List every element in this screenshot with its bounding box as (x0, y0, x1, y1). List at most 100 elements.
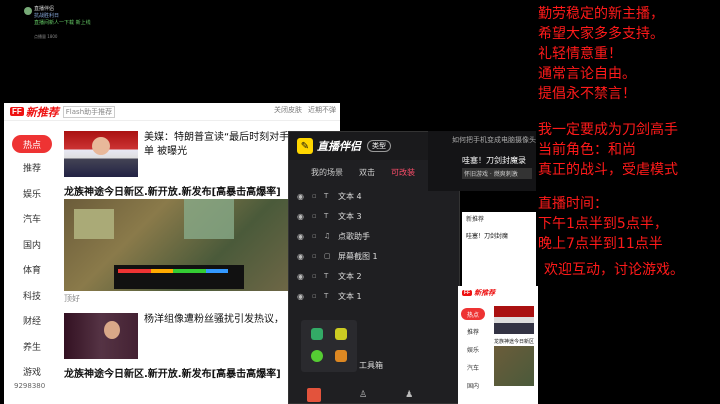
sidebar-item-auto[interactable]: 汽车 (4, 206, 60, 232)
overlay-line: 提倡永不禁言！ (538, 86, 636, 102)
overlay-line: 晚上7点半到11点半 (538, 236, 663, 252)
flash-tag: Flash助手推荐 (62, 105, 116, 118)
overlay-line: 直播时间： (538, 196, 608, 212)
sidebar-item-auto[interactable]: 汽车 (458, 358, 488, 376)
news2-game-image[interactable] (494, 346, 534, 386)
news-title: 新推荐 (25, 105, 59, 119)
mini-line2: 抗战胜利日 (34, 13, 60, 19)
eye-icon[interactable]: ◉ (297, 252, 307, 261)
text-source-icon: T (324, 292, 329, 300)
ff-logo: FF (10, 107, 24, 116)
live-icon[interactable] (307, 388, 321, 402)
news2-title: 新推荐 (474, 289, 496, 297)
stream-category[interactable]: 怀旧游戏 · 燃爽刺激 (462, 168, 532, 179)
sidebar-item-domestic[interactable]: 国内 (458, 376, 488, 394)
tab-double-click[interactable]: 双击 (359, 167, 375, 178)
visitor-counter: 9298380 (14, 382, 46, 390)
row2-thumbnail[interactable] (64, 313, 138, 359)
source-label: 文本 3 (338, 211, 362, 221)
text-source-icon: T (324, 212, 329, 220)
ff-logo-small: FF (462, 290, 473, 296)
mini-app-icon (24, 7, 32, 15)
sidebar-item-hot[interactable]: 热点 (12, 135, 52, 153)
close-skin-link[interactable]: 关闭皮肤 (274, 105, 302, 115)
news-sidebar: 热点 推荐 娱乐 汽车 国内 体育 科技 财经 养生 游戏 (4, 133, 60, 385)
source-label: 文本 2 (338, 271, 362, 281)
eye-icon[interactable]: ◉ (297, 232, 307, 241)
sidebar-item-hot[interactable]: 热点 (461, 308, 485, 320)
lock-icon[interactable]: ▫ (312, 192, 324, 200)
companion-logo-icon: ✎ (297, 138, 313, 154)
eye-icon[interactable]: ◉ (297, 272, 307, 281)
mini-title: 直播伴侣 (34, 6, 55, 12)
sidebar-item-finance[interactable]: 财经 (4, 308, 60, 334)
camera-help-link[interactable]: 如何把手机变成电脑摄像头 (428, 131, 536, 145)
game-ad-image[interactable] (64, 199, 324, 291)
lock-icon[interactable]: ▫ (312, 212, 324, 220)
mini-line3: 直播间新人一下载 新上线 (34, 20, 91, 26)
user-icon[interactable]: ♙ (359, 390, 367, 400)
clip-window: 新推荐 哇塞！刀剑封魔 (462, 212, 536, 286)
tool-icon[interactable] (311, 328, 323, 340)
overlay-line: 当前角色：和尚 (538, 142, 636, 158)
headline-thumbnail[interactable] (64, 131, 138, 177)
tool-icon[interactable] (335, 328, 347, 340)
clip-header: 新推荐 (466, 216, 485, 223)
source-item[interactable]: ◉ ▫ T 文本 3 (297, 206, 459, 226)
sidebar-item-sports[interactable]: 体育 (4, 257, 60, 283)
pro-icon[interactable]: ♟ (405, 390, 413, 400)
source-item[interactable]: ◉ ▫ T 文本 2 (297, 266, 459, 286)
source-item[interactable]: ◉ ▫ T 文本 1 (297, 286, 459, 306)
overlay-line: 勤劳稳定的新主播， (538, 6, 664, 22)
lock-icon[interactable]: ▫ (312, 232, 324, 240)
sidebar-item-games[interactable]: 游戏 (4, 359, 60, 385)
clip-label: 哇塞！刀剑封魔 (466, 233, 509, 240)
news-window-small: FF 新推荐 热点 推荐 娱乐 汽车 国内 龙族神途今日新区 (458, 286, 538, 404)
news2-thumbnail[interactable] (494, 306, 534, 334)
sidebar-item-tech[interactable]: 科技 (4, 283, 60, 309)
news2-sidebar: 热点 推荐 娱乐 汽车 国内 (458, 306, 488, 394)
mini-window: 直播伴侣 抗战胜利日 直播间新人一下载 新上线 (24, 6, 144, 46)
no-popup-checkbox[interactable]: 近期不弹 (308, 105, 336, 115)
sidebar-item-recommend[interactable]: 推荐 (4, 155, 60, 181)
sidebar-item-entertainment[interactable]: 娱乐 (458, 340, 488, 358)
mini-footer: 点播量 1800 (34, 34, 58, 39)
tab-my-scenes[interactable]: 我的场景 (311, 167, 343, 178)
tool-icon[interactable] (311, 350, 323, 362)
overlay-line: 礼轻情意重！ (538, 46, 622, 62)
text-source-icon: T (324, 272, 329, 280)
text-source-icon: T (324, 192, 329, 200)
type-button[interactable]: 类型 (367, 140, 391, 152)
overlay-closing: 欢迎互动，讨论游戏。 (544, 262, 684, 278)
eye-icon[interactable]: ◉ (297, 292, 307, 301)
screenshot-source-icon: ▢ (324, 252, 331, 260)
lock-icon[interactable]: ▫ (312, 252, 324, 260)
music-source-icon: ♫ (324, 232, 331, 240)
tool-icon[interactable] (335, 350, 347, 362)
overlay-line: 我一定要成为刀剑高手 (538, 122, 678, 138)
overlay-line: 通常言论自由。 (538, 66, 636, 82)
stream-title: 哇塞！刀剑封魔录 (462, 156, 526, 165)
overlay-line: 下午1点半到5点半， (538, 216, 668, 232)
source-label: 文本 1 (338, 291, 362, 301)
sidebar-item-entertainment[interactable]: 娱乐 (4, 181, 60, 207)
lock-icon[interactable]: ▫ (312, 292, 324, 300)
sidebar-item-recommend[interactable]: 推荐 (458, 322, 488, 340)
eye-icon[interactable]: ◉ (297, 212, 307, 221)
source-label: 点歌助手 (338, 231, 370, 241)
source-label: 屏幕截图 1 (338, 251, 378, 261)
companion-bottom-bar: ♙ ♟ (289, 387, 459, 403)
source-item[interactable]: ◉ ▫ ▢ 屏幕截图 1 (297, 246, 459, 266)
companion-right-panel: 如何把手机变成电脑摄像头 哇塞！刀剑封魔录 怀旧游戏 · 燃爽刺激 (428, 131, 536, 191)
eye-icon[interactable]: ◉ (297, 192, 307, 201)
companion-name: 直播伴侣 (317, 140, 361, 153)
overlay-line: 真正的战斗，受虐模式 (538, 162, 678, 178)
source-item[interactable]: ◉ ▫ ♫ 点歌助手 (297, 226, 459, 246)
tab-editable[interactable]: 可改装 (391, 167, 415, 178)
sidebar-item-health[interactable]: 养生 (4, 334, 60, 360)
source-label: 文本 4 (338, 191, 362, 201)
sidebar-item-domestic[interactable]: 国内 (4, 232, 60, 258)
lock-icon[interactable]: ▫ (312, 272, 324, 280)
row2-text[interactable]: 杨洋组像遭粉丝骚扰引发热议， (144, 313, 284, 359)
news2-caption[interactable]: 龙族神途今日新区 (494, 338, 538, 345)
